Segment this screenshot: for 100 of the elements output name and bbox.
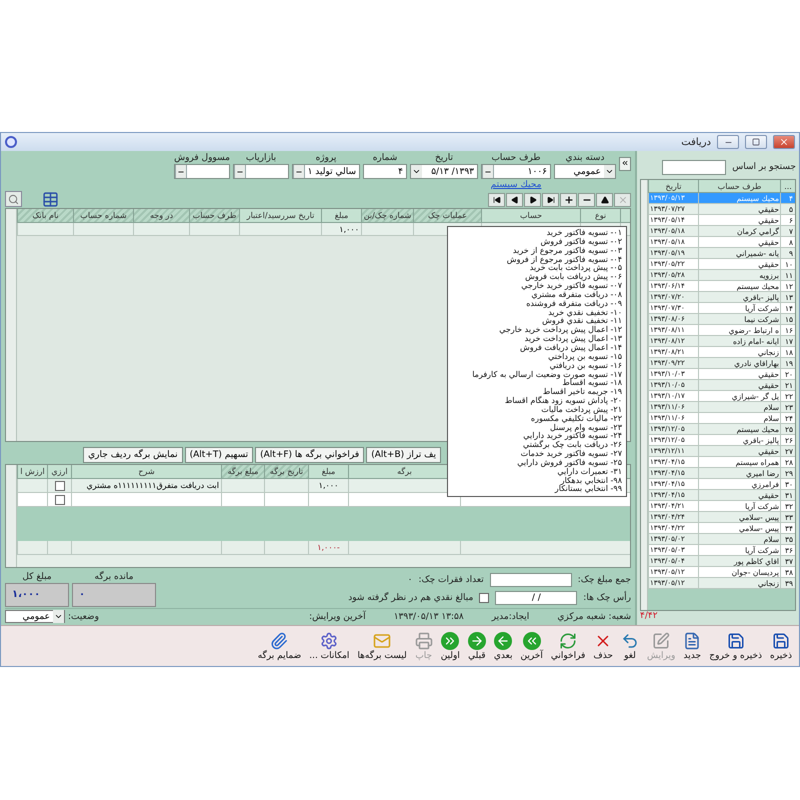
toolbar-button[interactable]: حذف [590,630,616,662]
menu-item[interactable]: ۲۲- ماليات تکليفي مکسوره [452,414,622,424]
first-button[interactable] [488,192,505,206]
browse-button[interactable] [234,165,246,178]
table-icon[interactable] [42,191,59,208]
menu-item[interactable]: ۱۲- اعمال پيش پرداخت خريد خارجي [452,326,622,336]
toolbar-button[interactable]: لغو [618,630,642,662]
column-header[interactable]: عمليات چک [413,209,481,223]
toolbar-button[interactable]: ضمايم برگه [254,630,304,662]
column-header[interactable]: شماره چک/بن [361,209,413,223]
collapse-button[interactable] [619,157,631,171]
column-header[interactable]: نام بانک [17,209,73,223]
menu-item[interactable]: ۰۸- دريافت متفرقه مشتري [452,290,622,300]
menu-item[interactable]: ۱۹- جريمه تاخير اقساط [452,388,622,398]
menu-item[interactable]: ۲۶- دريافت بابت چک برگشتي [452,441,622,450]
search-field[interactable] [662,160,726,174]
close-button[interactable] [773,135,795,149]
menu-item[interactable]: ۱۷- تسويه صورت وضعيت ارسالي به کارفرما [452,370,622,380]
column-header[interactable]: شرح [71,465,221,479]
previous-button[interactable] [506,192,523,206]
input-field[interactable]: ۴ [363,164,407,179]
column-header[interactable]: تاريخ [648,180,698,193]
toolbar-button[interactable]: امکانات ... [306,630,352,662]
column-header[interactable]: تاريخ سررسيد/اعتبار [239,209,321,223]
minimize-button[interactable] [717,135,739,149]
column-header[interactable]: تاريخ برگه [264,465,308,479]
input-field[interactable] [490,573,572,587]
dropdown-field[interactable]: عمومي [5,610,65,623]
remove-button[interactable] [578,192,595,206]
column-header[interactable]: طرف حساب [698,180,780,193]
maximize-button[interactable] [745,135,767,149]
action-button[interactable]: تسهيم (Alt+T) [184,446,254,462]
toolbar-button[interactable]: بعدي [490,630,516,662]
menu-item[interactable]: ۲۱- پيش پرداخت ماليات [452,406,622,415]
column-header[interactable]: حساب [481,209,580,223]
menu-item[interactable]: ۱۳- اعمال پيش پرداخت خريد [452,335,622,344]
input-field[interactable] [233,164,289,179]
column-header[interactable]: ... [780,180,795,193]
menu-item[interactable]: ۱۶- تسويه بن دريافتي [452,362,622,370]
toolbar-button[interactable]: اولين [438,630,463,662]
toolbar-button[interactable]: آخرين [517,630,546,662]
column-header[interactable]: شماره حساب [73,209,133,223]
menu-item[interactable]: ۰۶- پيش دريافت بابت فروش [452,273,622,282]
column-header[interactable]: مبلغ [321,209,361,223]
column-header[interactable]: طرف حساب [189,209,239,223]
menu-item[interactable]: ۰۳- تسويه فاکتور مرجوع از خريد [452,246,622,256]
menu-item[interactable]: ۱۱- تخفيف نقدي فروش [452,317,622,326]
browse-button[interactable] [292,165,305,178]
dropdown-field[interactable]: عمومي [554,164,616,179]
menu-item[interactable]: ۰۵- پيش پرداخت بابت خريد [452,264,622,274]
column-header[interactable]: نوع [580,209,620,223]
toolbar-button[interactable]: فراخواني [548,630,588,662]
toolbar-button[interactable]: قبلي [464,630,489,662]
browse-button[interactable] [482,165,494,178]
menu-item[interactable]: ۲۴- تسويه فاکتور خريد دارايي [452,432,622,442]
menu-item[interactable]: ۰۷- تسويه فاکتور خريد خارجي [452,282,622,291]
last-button[interactable] [542,192,559,206]
menu-item[interactable]: ۱۵- تسويه بن پرداختي [452,352,622,362]
menu-item[interactable]: ۲۵- تسويه فاکتور فروش دارايي [452,458,622,468]
dropdown-menu[interactable] [447,226,627,498]
dropdown-button[interactable] [53,610,64,623]
date-field[interactable]: / / [495,591,578,605]
dropdown-field[interactable]: ۱۳۹۳/ ۵/۱۳ [410,164,478,179]
action-button[interactable]: فراخواني برگه ها (Alt+F) [255,446,364,462]
search-button[interactable] [5,191,22,207]
column-header[interactable]: ارزي [47,465,71,479]
up-button[interactable] [596,192,613,206]
browse-button[interactable] [175,165,187,178]
checkbox[interactable] [479,593,490,603]
toolbar-button[interactable]: ذخيره [767,630,795,662]
toolbar-button[interactable]: ذخيره و خروج [706,630,766,662]
column-header[interactable]: در وجه [133,209,189,223]
column-header[interactable]: مبلغ برگه [221,465,264,479]
menu-item[interactable]: ۱۰- تخفيف نقدي خريد [452,308,622,318]
column-header[interactable]: مبلغ [308,465,348,479]
checkbox[interactable] [54,480,64,490]
menu-item[interactable]: ۲۳- تسويه وام پرسنل [452,424,622,432]
menu-item[interactable]: ۰۴- تسويه فاکتور مرجوع از فروش [452,256,622,264]
menu-item[interactable]: ۰۱- تسويه فاکتور خريد [452,229,622,238]
menu-item[interactable]: ۲۷- تسويه فاکتور خريد خدمات [452,450,622,459]
column-header[interactable]: ارزش ا [17,465,47,479]
toolbar-button[interactable]: ليست برگه‌ها [354,630,410,662]
menu-item[interactable]: ۲۰- پاداش تسويه زود هنگام اقساط [452,397,622,406]
input-field[interactable]: ۱۰۰۶ [481,164,551,179]
action-button[interactable]: نمايش برگه رديف جاري [83,446,183,462]
dropdown-button[interactable] [411,165,422,178]
input-field[interactable]: سالي توليد ۱ [292,164,360,179]
input-field[interactable] [174,164,230,179]
action-button[interactable]: يف تراز (Alt+B) [366,446,441,462]
menu-item[interactable]: ۱۴- اعمال پيش دريافت فروش [452,344,622,353]
checkbox[interactable] [54,494,64,504]
add-button[interactable] [560,192,577,206]
next-button[interactable] [524,192,541,206]
menu-item[interactable]: ۹۹- انتخابي بستانکار [452,485,622,494]
menu-item[interactable]: ۱۸- تسويه اقساط [452,379,622,388]
menu-item[interactable]: ۹۸- انتخابي بدهکار [452,476,622,486]
toolbar-button[interactable]: جديد [680,630,704,662]
menu-item[interactable]: ۰۲- تسويه فاکتور فروش [452,238,622,247]
party-link[interactable]: محيك سيستم [490,180,542,190]
menu-item[interactable]: ۰۹- دريافت متفرقه فروشنده [452,300,622,309]
